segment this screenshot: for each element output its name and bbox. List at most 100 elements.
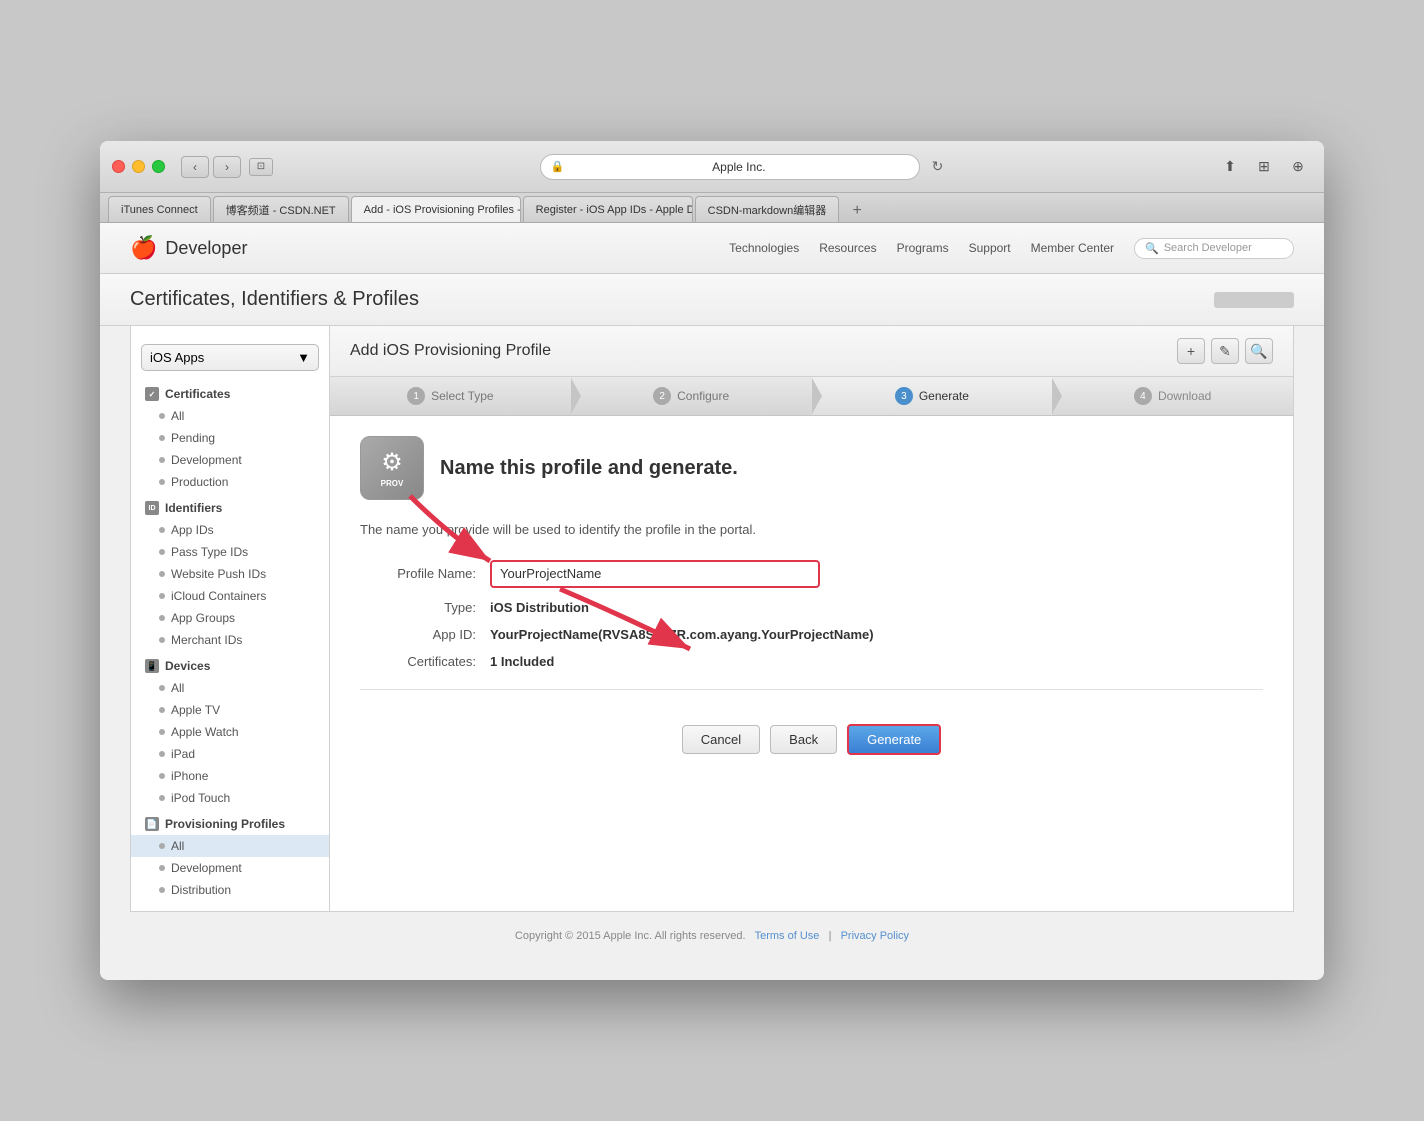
cert-icon: ✓	[145, 387, 159, 401]
tab-itunes[interactable]: iTunes Connect	[108, 196, 211, 222]
sidebar-item-iphone[interactable]: iPhone	[131, 765, 329, 787]
content-body: ⚙ PROV Name this profile and generate. T…	[330, 416, 1293, 789]
sidebar-item-devices-all[interactable]: All	[131, 677, 329, 699]
main-content-area: Add iOS Provisioning Profile + ✎ 🔍 1 Sel…	[330, 326, 1294, 912]
new-tab-button[interactable]: +	[845, 200, 869, 222]
nav-member-center[interactable]: Member Center	[1031, 241, 1114, 255]
content-header: Add iOS Provisioning Profile + ✎ 🔍	[330, 326, 1293, 377]
title-bar: ‹ › ⊡ 🔒 Apple Inc. ↻ ⬆ ⊞ ⊕	[100, 141, 1324, 193]
nav-resources[interactable]: Resources	[819, 241, 876, 255]
sidebar-item-cert-development[interactable]: Development	[131, 449, 329, 471]
profile-name-row: Profile Name:	[360, 560, 1263, 588]
sidebar-item-merchant-ids[interactable]: Merchant IDs	[131, 629, 329, 651]
sidebar-item-icloud-containers[interactable]: iCloud Containers	[131, 585, 329, 607]
copyright-text: Copyright © 2015 Apple Inc. All rights r…	[515, 930, 746, 942]
header-decoration	[1214, 292, 1294, 308]
sidebar-item-cert-all[interactable]: All	[131, 405, 329, 427]
toolbar-right: ⬆ ⊞ ⊕	[1216, 156, 1312, 178]
type-row: Type: iOS Distribution	[360, 600, 1263, 615]
id-icon: ID	[145, 501, 159, 515]
page-header: Certificates, Identifiers & Profiles	[100, 274, 1324, 326]
sidebar-item-apple-watch[interactable]: Apple Watch	[131, 721, 329, 743]
refresh-button[interactable]: ↻	[926, 155, 950, 179]
back-button[interactable]: Back	[770, 725, 837, 754]
cancel-button[interactable]: Cancel	[682, 725, 760, 754]
step-configure[interactable]: 2 Configure	[571, 377, 812, 415]
fullscreen-icon[interactable]: ⊞	[1250, 156, 1278, 178]
app-id-value: YourProjectName(RVSA8S3F7R.com.ayang.You…	[490, 627, 874, 642]
sidebar-item-website-push-ids[interactable]: Website Push IDs	[131, 563, 329, 585]
edit-action-button[interactable]: ✎	[1211, 338, 1239, 364]
certificates-row: Certificates: 1 Included	[360, 654, 1263, 669]
nav-programs[interactable]: Programs	[897, 241, 949, 255]
tab-markdown[interactable]: CSDN-markdown编辑器	[695, 196, 840, 222]
logo-area: 🍎 Developer	[130, 235, 247, 261]
download-icon[interactable]: ⊕	[1284, 156, 1312, 178]
certificates-value: 1 Included	[490, 654, 554, 669]
form-divider	[360, 689, 1263, 690]
sidebar-item-app-ids[interactable]: App IDs	[131, 519, 329, 541]
sidebar-item-provisioning-development[interactable]: Development	[131, 857, 329, 879]
sidebar-section-identifiers: ID Identifiers	[131, 493, 329, 519]
step-select-type[interactable]: 1 Select Type	[330, 377, 571, 415]
nav-technologies[interactable]: Technologies	[729, 241, 799, 255]
step-3-label: Generate	[919, 389, 969, 403]
privacy-policy-link[interactable]: Privacy Policy	[841, 930, 909, 942]
step-1-num: 1	[407, 387, 425, 405]
tab-provisioning[interactable]: Add - iOS Provisioning Profiles - Appl..…	[351, 196, 521, 222]
window-resize-button[interactable]: ⊡	[249, 158, 273, 176]
step-3-num: 3	[895, 387, 913, 405]
traffic-lights	[112, 160, 165, 173]
provisioning-icon: 📄	[145, 817, 159, 831]
search-action-button[interactable]: 🔍	[1245, 338, 1273, 364]
page-footer: Copyright © 2015 Apple Inc. All rights r…	[100, 912, 1324, 960]
back-nav-button[interactable]: ‹	[181, 156, 209, 178]
ios-apps-dropdown[interactable]: iOS Apps ▼	[141, 344, 319, 371]
sidebar-item-pass-type-ids[interactable]: Pass Type IDs	[131, 541, 329, 563]
url-text: Apple Inc.	[569, 160, 908, 174]
gear-icon: ⚙	[381, 448, 403, 477]
nav-support[interactable]: Support	[969, 241, 1011, 255]
step-2-num: 2	[653, 387, 671, 405]
profile-name-input[interactable]	[490, 560, 820, 588]
button-row: Cancel Back Generate	[360, 710, 1263, 769]
sidebar-item-provisioning-all[interactable]: All	[131, 835, 329, 857]
step-2-arrow	[812, 378, 822, 414]
forward-nav-button[interactable]: ›	[213, 156, 241, 178]
certificates-label: Certificates:	[360, 654, 490, 669]
form-header: ⚙ PROV Name this profile and generate.	[360, 436, 1263, 500]
prov-icon: ⚙ PROV	[360, 436, 424, 500]
sidebar-item-ipod-touch[interactable]: iPod Touch	[131, 787, 329, 809]
dropdown-label: iOS Apps	[150, 350, 204, 365]
steps-bar: 1 Select Type 2 Configure 3 Generate	[330, 377, 1293, 416]
sidebar-item-provisioning-distribution[interactable]: Distribution	[131, 879, 329, 901]
apple-developer-header: 🍎 Developer Technologies Resources Progr…	[100, 223, 1324, 274]
close-button[interactable]	[112, 160, 125, 173]
sidebar-item-ipad[interactable]: iPad	[131, 743, 329, 765]
step-4-num: 4	[1134, 387, 1152, 405]
profile-name-label: Profile Name:	[360, 566, 490, 581]
step-generate[interactable]: 3 Generate	[812, 377, 1053, 415]
minimize-button[interactable]	[132, 160, 145, 173]
devices-icon: 📱	[145, 659, 159, 673]
terms-of-use-link[interactable]: Terms of Use	[755, 930, 820, 942]
nav-buttons: ‹ ›	[181, 156, 241, 178]
sidebar-item-apple-tv[interactable]: Apple TV	[131, 699, 329, 721]
sidebar-item-cert-pending[interactable]: Pending	[131, 427, 329, 449]
sidebar-item-app-groups[interactable]: App Groups	[131, 607, 329, 629]
sidebar-section-certificates: ✓ Certificates	[131, 379, 329, 405]
url-bar[interactable]: 🔒 Apple Inc.	[540, 154, 920, 180]
add-action-button[interactable]: +	[1177, 338, 1205, 364]
sidebar-item-cert-production[interactable]: Production	[131, 471, 329, 493]
type-label: Type:	[360, 600, 490, 615]
step-download[interactable]: 4 Download	[1052, 377, 1293, 415]
share-icon[interactable]: ⬆	[1216, 156, 1244, 178]
content-title: Add iOS Provisioning Profile	[350, 342, 551, 360]
tab-register[interactable]: Register - iOS App IDs - Apple Developer	[523, 196, 693, 222]
generate-button[interactable]: Generate	[847, 724, 941, 755]
sidebar-section-devices: 📱 Devices	[131, 651, 329, 677]
app-id-row: App ID: YourProjectName(RVSA8S3F7R.com.a…	[360, 627, 1263, 642]
maximize-button[interactable]	[152, 160, 165, 173]
tab-csdn[interactable]: 博客频道 - CSDN.NET	[213, 196, 349, 222]
search-box[interactable]: 🔍 Search Developer	[1134, 238, 1294, 259]
